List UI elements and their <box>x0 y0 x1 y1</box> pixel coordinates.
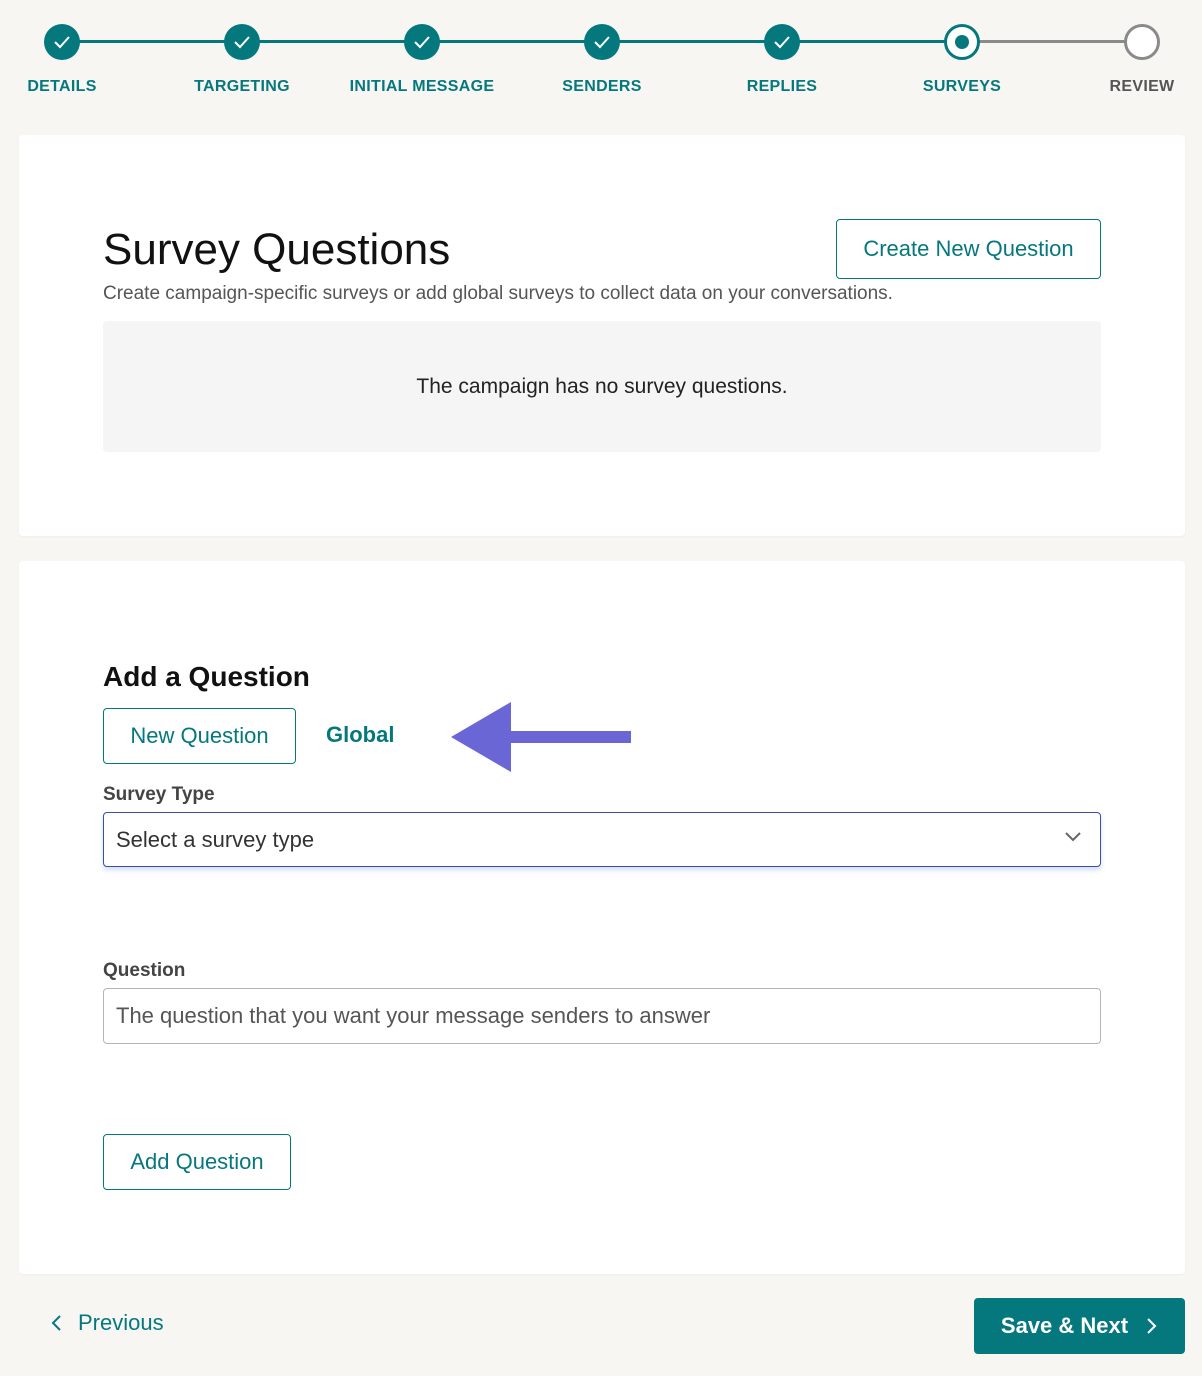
survey-type-select[interactable]: Select a survey type <box>103 812 1101 867</box>
question-label: Question <box>103 960 186 981</box>
step-label-details: DETAILS <box>27 78 97 95</box>
survey-type-label: Survey Type <box>103 784 215 805</box>
survey-questions-card: Survey Questions Create campaign-specifi… <box>19 135 1185 536</box>
step-initial-message[interactable] <box>404 24 440 60</box>
tab-new-question[interactable]: New Question <box>103 708 296 764</box>
step-replies[interactable] <box>764 24 800 60</box>
create-new-question-button[interactable]: Create New Question <box>836 219 1101 279</box>
radio-dot-icon <box>955 35 969 49</box>
check-icon <box>234 36 250 49</box>
previous-label: Previous <box>78 1310 164 1335</box>
step-label-review: REVIEW <box>1109 78 1175 95</box>
arrow-left-icon <box>451 702 631 772</box>
stepper-line-pending <box>962 40 1142 43</box>
page-subtitle: Create campaign-specific surveys or add … <box>103 283 893 304</box>
tab-global[interactable]: Global <box>326 722 394 748</box>
step-label-surveys: SURVEYS <box>922 78 1002 95</box>
step-label-senders: SENDERS <box>562 78 642 95</box>
chevron-down-icon <box>1065 832 1081 842</box>
check-icon <box>414 36 430 49</box>
step-label-targeting: TARGETING <box>194 78 290 95</box>
check-icon <box>774 36 790 49</box>
add-question-card: Add a Question New Question Global Surve… <box>19 561 1185 1274</box>
stepper-line-complete <box>62 40 962 43</box>
step-label-initial-message: INITIAL MESSAGE <box>349 78 495 95</box>
empty-state-message: The campaign has no survey questions. <box>416 374 788 398</box>
step-surveys[interactable] <box>944 24 980 60</box>
progress-stepper: DETAILS TARGETING INITIAL MESSAGE SENDER… <box>0 0 1202 110</box>
chevron-left-icon <box>51 1315 61 1331</box>
section-title: Add a Question <box>103 661 310 692</box>
save-next-label: Save & Next <box>1000 1313 1129 1338</box>
empty-state: The campaign has no survey questions. <box>103 321 1101 452</box>
add-question-button[interactable]: Add Question <box>103 1134 291 1190</box>
step-details[interactable] <box>44 24 80 60</box>
chevron-right-icon <box>1147 1318 1157 1334</box>
save-next-button[interactable]: Save & Next <box>974 1298 1185 1354</box>
page-title: Survey Questions <box>103 225 451 274</box>
step-senders[interactable] <box>584 24 620 60</box>
check-icon <box>594 36 610 49</box>
question-input[interactable] <box>103 988 1101 1044</box>
survey-type-value: Select a survey type <box>116 826 315 852</box>
step-label-replies: REPLIES <box>746 78 818 95</box>
step-targeting[interactable] <box>224 24 260 60</box>
check-icon <box>54 36 70 49</box>
previous-button[interactable]: Previous <box>50 1310 164 1336</box>
step-review[interactable] <box>1124 24 1160 60</box>
